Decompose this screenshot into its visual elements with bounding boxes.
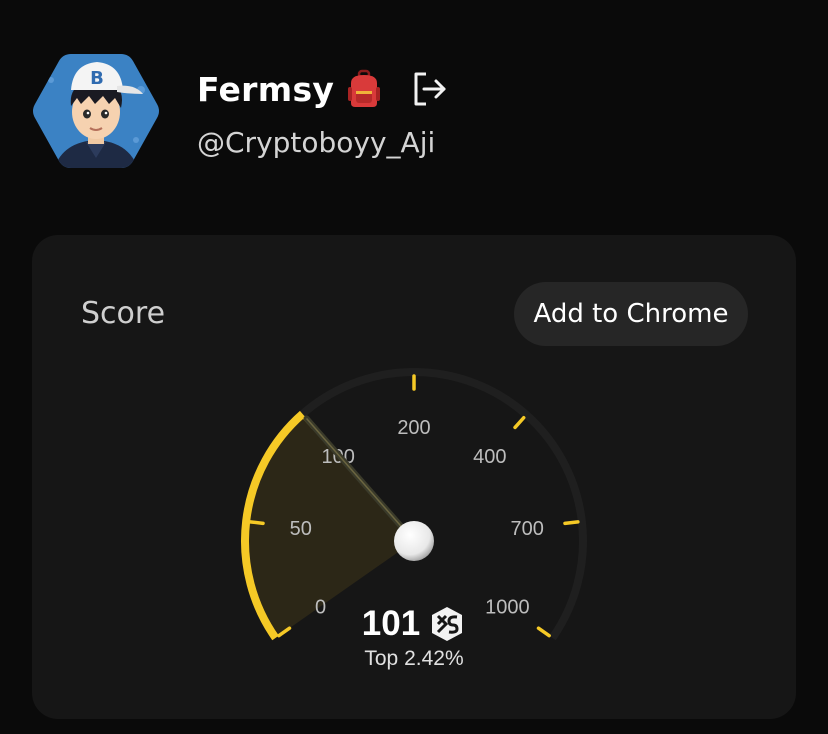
gauge-label-700: 700 bbox=[511, 518, 544, 540]
name-row: Fermsy bbox=[197, 66, 450, 112]
rank-text: Top 2.42% bbox=[364, 647, 464, 670]
score-row: 101 bbox=[32, 601, 796, 647]
score-card: Score Add to Chrome 0501002004007001000 … bbox=[32, 235, 796, 719]
gauge-label-200: 200 bbox=[397, 417, 430, 439]
user-handle: @Cryptoboyy_Aji bbox=[197, 126, 436, 159]
gauge-hub bbox=[394, 521, 434, 561]
avatar-cap-letter: B bbox=[90, 68, 104, 89]
gauge-label-400: 400 bbox=[473, 446, 506, 468]
backpack-icon bbox=[348, 69, 381, 107]
logout-icon[interactable] bbox=[410, 69, 450, 109]
profile-header: B Fermsy @Cryptoboyy_Aji bbox=[0, 0, 828, 200]
gauge-tick-50 bbox=[248, 520, 265, 526]
xs-logo-icon bbox=[432, 607, 463, 641]
gauge-tick-400 bbox=[513, 415, 526, 430]
gauge-label-50: 50 bbox=[290, 518, 312, 540]
display-name: Fermsy bbox=[197, 69, 335, 109]
score-value: 101 bbox=[361, 604, 421, 643]
gauge-tick-700 bbox=[563, 520, 580, 526]
avatar[interactable]: B bbox=[31, 50, 161, 172]
